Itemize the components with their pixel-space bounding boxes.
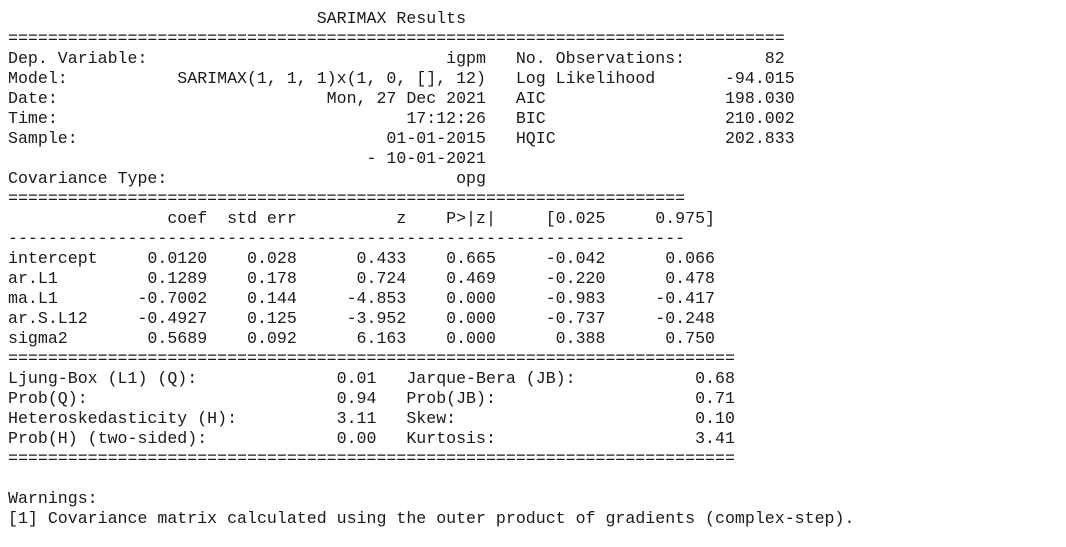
model-info-row: Sample: 01-01-2015 HQIC 202.833	[8, 129, 795, 148]
divider: ========================================…	[8, 449, 735, 468]
coef-table-row: ar.S.L12 -0.4927 0.125 -3.952 0.000 -0.7…	[8, 309, 716, 328]
model-info-row: Time: 17:12:26 BIC 210.002	[8, 109, 795, 128]
model-info-row: - 10-01-2021	[8, 149, 486, 168]
warning-text: [1] Covariance matrix calculated using t…	[8, 509, 855, 528]
coef-table-row: ar.L1 0.1289 0.178 0.724 0.469 -0.220 0.…	[8, 269, 716, 288]
diagnostics-row: Prob(Q): 0.94 Prob(JB): 0.71	[8, 389, 735, 408]
sarimax-results-report: SARIMAX Results =========================…	[8, 9, 854, 529]
divider: ----------------------------------------…	[8, 229, 686, 248]
model-info-row: Date: Mon, 27 Dec 2021 AIC 198.030	[8, 89, 795, 108]
diagnostics-row: Prob(H) (two-sided): 0.00 Kurtosis: 3.41	[8, 429, 735, 448]
report-title: SARIMAX Results	[8, 9, 467, 28]
divider: ========================================…	[8, 189, 686, 208]
warnings-title: Warnings:	[8, 489, 98, 508]
divider: ========================================…	[8, 349, 735, 368]
model-info-row: Dep. Variable: igpm No. Observations: 82	[8, 49, 785, 68]
coef-table-row: sigma2 0.5689 0.092 6.163 0.000 0.388 0.…	[8, 329, 716, 348]
model-info-row: Model: SARIMAX(1, 1, 1)x(1, 0, [], 12) L…	[8, 69, 795, 88]
coef-table-row: ma.L1 -0.7002 0.144 -4.853 0.000 -0.983 …	[8, 289, 716, 308]
divider: ========================================…	[8, 29, 785, 48]
model-info-row: Covariance Type: opg	[8, 169, 486, 188]
diagnostics-row: Ljung-Box (L1) (Q): 0.01 Jarque-Bera (JB…	[8, 369, 735, 388]
coef-table-header: coef std err z P>|z| [0.025 0.975]	[8, 209, 716, 228]
diagnostics-row: Heteroskedasticity (H): 3.11 Skew: 0.10	[8, 409, 735, 428]
coef-table-row: intercept 0.0120 0.028 0.433 0.665 -0.04…	[8, 249, 716, 268]
